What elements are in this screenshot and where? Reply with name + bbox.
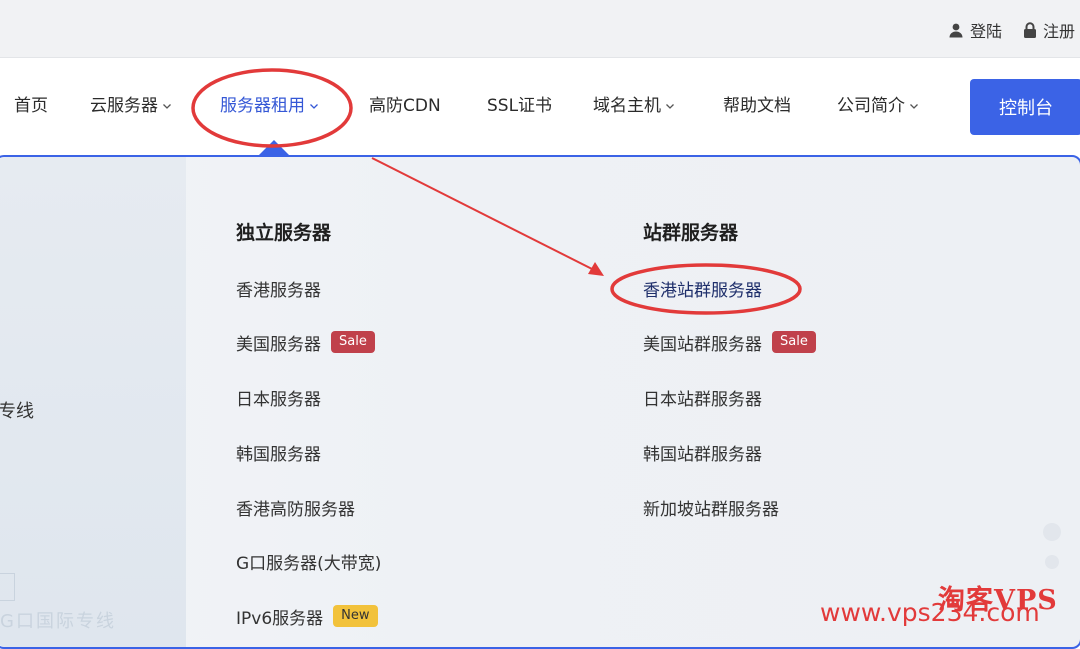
nav-item-label: 域名主机 [593, 96, 661, 116]
column-title-dedicated: 独立服务器 [236, 222, 332, 244]
nav-item-company[interactable]: 公司简介 [837, 93, 919, 119]
faint-background-text: G口国际专线 [0, 611, 116, 632]
menu-link-kr-site-group-server[interactable]: 韩国站群服务器 [643, 438, 762, 466]
chevron-down-icon [310, 104, 318, 109]
nav-item-label: 首页 [14, 96, 48, 116]
menu-link-label: 韩国服务器 [236, 444, 321, 465]
menu-link-ipv6-server[interactable]: IPv6服务器 New [236, 602, 378, 630]
menu-link-label: 香港服务器 [236, 280, 321, 301]
nav-item-help-docs[interactable]: 帮助文档 [723, 93, 791, 119]
column-title-site-group: 站群服务器 [643, 222, 739, 244]
main-navbar: 首页 云服务器 服务器租用 高防CDN SSL证书 域名主机 帮助文档 公司简介… [0, 58, 1080, 155]
menu-link-label: G口服务器(大带宽) [236, 553, 382, 574]
register-label: 注册 [1043, 22, 1076, 41]
decorative-dot [1045, 555, 1059, 569]
nav-item-label: 云服务器 [90, 96, 158, 116]
nav-item-label: 服务器租用 [220, 96, 305, 116]
side-menu-text: 专线 [0, 401, 34, 422]
top-utility-bar: 登陆 注册 [0, 0, 1080, 58]
menu-link-label: 香港高防服务器 [236, 499, 355, 520]
menu-link-kr-server[interactable]: 韩国服务器 [236, 438, 321, 466]
chevron-down-icon [163, 104, 171, 109]
menu-link-label: 新加坡站群服务器 [643, 499, 779, 520]
nav-item-label: SSL证书 [487, 96, 553, 116]
decorative-dot [1043, 523, 1061, 541]
nav-item-domain-hosting[interactable]: 域名主机 [593, 93, 675, 119]
menu-link-sg-site-group-server[interactable]: 新加坡站群服务器 [643, 493, 779, 521]
nav-item-home[interactable]: 首页 [14, 93, 48, 119]
menu-link-hk-server[interactable]: 香港服务器 [236, 274, 321, 302]
menu-link-jp-site-group-server[interactable]: 日本站群服务器 [643, 383, 762, 411]
register-link[interactable]: 注册 [1023, 19, 1075, 41]
menu-link-g-port-server[interactable]: G口服务器(大带宽) [236, 547, 381, 575]
watermark-url: www.vps234.com [820, 598, 1040, 627]
menu-link-label: 韩国站群服务器 [643, 444, 762, 465]
nav-item-label: 高防CDN [369, 96, 441, 116]
server-rental-dropdown [0, 155, 1080, 649]
menu-link-hk-site-group-server[interactable]: 香港站群服务器 [643, 274, 762, 302]
console-button[interactable]: 控制台 [970, 79, 1080, 135]
menu-link-label: IPv6服务器 [236, 608, 324, 629]
menu-link-us-server[interactable]: 美国服务器 Sale [236, 328, 375, 356]
dropdown-pointer [258, 140, 290, 156]
menu-link-label: 美国站群服务器 [643, 334, 762, 355]
faint-decoration [0, 573, 15, 601]
menu-link-us-site-group-server[interactable]: 美国站群服务器 Sale [643, 328, 816, 356]
nav-item-label: 帮助文档 [723, 96, 791, 116]
login-link[interactable]: 登陆 [948, 19, 1002, 41]
sale-badge: Sale [331, 331, 375, 353]
nav-item-cloud-server[interactable]: 云服务器 [90, 93, 172, 119]
nav-item-label: 公司简介 [837, 96, 905, 116]
nav-item-anti-ddos-cdn[interactable]: 高防CDN [369, 93, 441, 119]
lock-icon [1024, 22, 1036, 38]
user-icon [949, 23, 963, 38]
sale-badge: Sale [772, 331, 816, 353]
chevron-down-icon [666, 104, 674, 109]
menu-link-jp-server[interactable]: 日本服务器 [236, 383, 321, 411]
new-badge: New [333, 605, 378, 627]
menu-link-label: 香港站群服务器 [643, 280, 762, 301]
nav-item-ssl-cert[interactable]: SSL证书 [487, 93, 552, 119]
login-label: 登陆 [970, 22, 1003, 41]
menu-link-label: 日本服务器 [236, 389, 321, 410]
menu-link-label: 美国服务器 [236, 334, 321, 355]
chevron-down-icon [910, 104, 918, 109]
menu-link-label: 日本站群服务器 [643, 389, 762, 410]
menu-link-hk-anti-ddos-server[interactable]: 香港高防服务器 [236, 493, 355, 521]
nav-item-server-rental[interactable]: 服务器租用 [220, 93, 319, 119]
